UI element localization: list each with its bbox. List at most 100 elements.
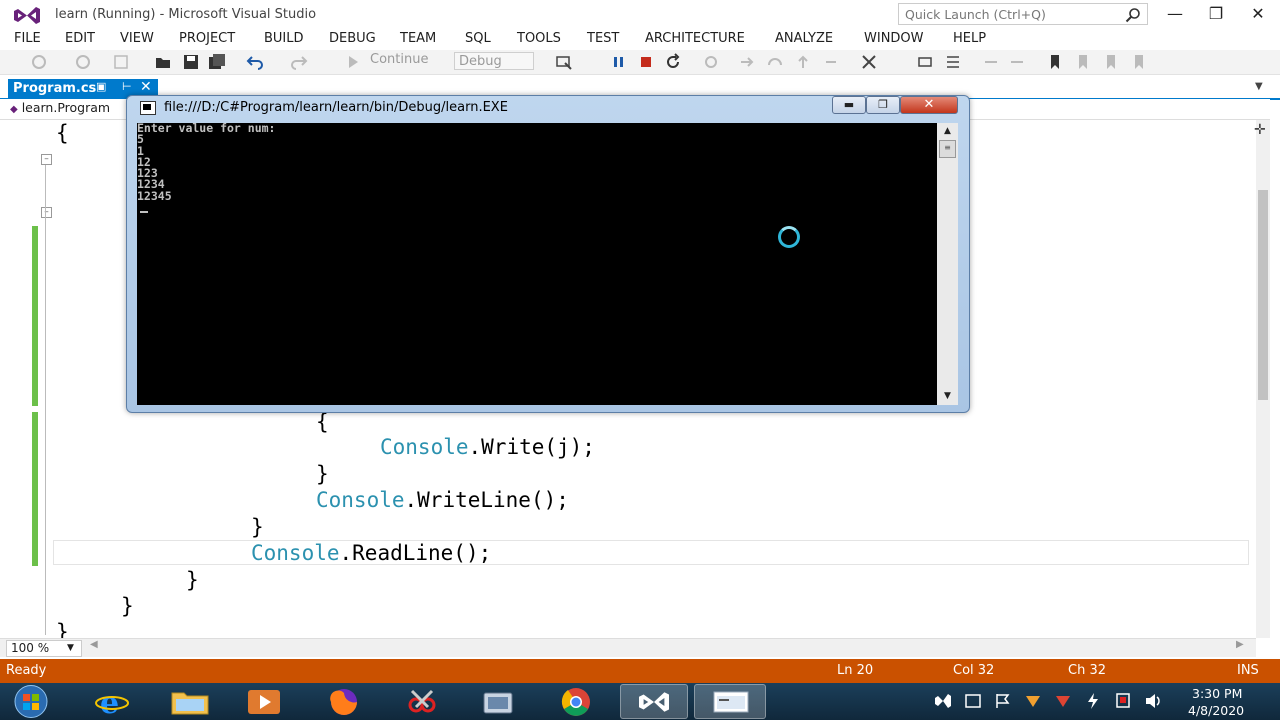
code-line: }	[316, 462, 329, 486]
code-text: .WriteLine();	[404, 488, 569, 512]
visual-studio-icon	[639, 692, 669, 712]
console-close-button[interactable]: ✕	[900, 96, 958, 114]
window-tray-icon[interactable]	[964, 692, 982, 710]
volume-tray-icon[interactable]	[1144, 692, 1162, 710]
console-scrollbar-thumb[interactable]: ≡	[939, 140, 956, 158]
clear-bookmarks-icon[interactable]	[1130, 53, 1148, 71]
menu-tools[interactable]: TOOLS	[516, 30, 562, 47]
media-player-icon[interactable]	[240, 685, 288, 718]
attach-process-icon[interactable]	[555, 53, 573, 71]
continue-label[interactable]: Continue	[370, 52, 428, 67]
clock-time[interactable]: 3:30 PM	[1192, 686, 1242, 701]
clock-date[interactable]: 4/8/2020	[1188, 703, 1244, 718]
undo-icon[interactable]	[246, 53, 264, 71]
scroll-right-icon[interactable]: ▶	[1236, 639, 1244, 650]
save-icon[interactable]	[182, 53, 200, 71]
minimize-button[interactable]: —	[1155, 2, 1195, 26]
open-file-icon[interactable]	[154, 53, 172, 71]
firefox-icon[interactable]	[320, 685, 368, 718]
redo-icon[interactable]	[290, 53, 308, 71]
close-button[interactable]: ✕	[1238, 2, 1278, 26]
network-tray-icon[interactable]	[1114, 692, 1132, 710]
outline-icon[interactable]	[944, 53, 962, 71]
quick-launch-placeholder: Quick Launch (Ctrl+Q)	[905, 7, 1046, 22]
step-over-icon[interactable]	[766, 53, 784, 71]
restart-icon[interactable]	[664, 53, 682, 71]
step-out-icon[interactable]	[794, 53, 812, 71]
menu-build[interactable]: BUILD	[263, 30, 305, 47]
collapse-toggle[interactable]: –	[41, 207, 52, 218]
console-vertical-scrollbar[interactable]	[937, 123, 958, 405]
internet-explorer-icon[interactable]: e	[88, 685, 136, 718]
file-explorer-icon[interactable]	[166, 685, 214, 718]
next-bookmark-icon[interactable]	[1102, 53, 1120, 71]
window-title: learn (Running) - Microsoft Visual Studi…	[55, 7, 317, 22]
new-project-icon[interactable]	[112, 53, 130, 71]
split-editor-icon[interactable]: ✛	[1254, 122, 1266, 138]
zoom-value: 100 %	[11, 641, 50, 655]
code-text: .Write(j);	[468, 435, 595, 459]
tab-dropdown-icon[interactable]: ▼	[1255, 81, 1263, 92]
navigate-forward-icon[interactable]	[74, 53, 92, 71]
security-tray-icon[interactable]	[1054, 692, 1072, 710]
scroll-down-icon[interactable]: ▼	[937, 388, 958, 405]
camera-icon[interactable]	[474, 685, 522, 718]
menu-sql[interactable]: SQL	[464, 30, 492, 47]
start-button-icon[interactable]	[8, 684, 54, 719]
menu-test[interactable]: TEST	[586, 30, 620, 47]
menu-edit[interactable]: EDIT	[64, 30, 96, 47]
bookmark-icon[interactable]	[1046, 53, 1064, 71]
flag-tray-icon[interactable]	[994, 692, 1012, 710]
visual-studio-tray-icon[interactable]	[934, 692, 952, 710]
hex-display-icon[interactable]	[860, 53, 878, 71]
keep-open-icon[interactable]: ⊢	[122, 80, 132, 93]
taskbar-visual-studio[interactable]	[620, 684, 688, 719]
class-dropdown[interactable]: ◆ learn.Program	[10, 100, 130, 118]
status-text: Ready	[6, 663, 47, 678]
taskbar-console-window[interactable]	[694, 684, 766, 719]
collapse-toggle[interactable]: –	[41, 154, 52, 165]
break-all-icon[interactable]	[610, 53, 628, 71]
zoom-select[interactable]: 100 % ▼	[6, 640, 82, 657]
threads-icon[interactable]	[916, 53, 934, 71]
busy-cursor-icon	[778, 226, 800, 248]
menu-file[interactable]: FILE	[13, 30, 42, 47]
previous-bookmark-icon[interactable]	[1074, 53, 1092, 71]
continue-icon[interactable]	[344, 53, 362, 71]
scroll-left-icon[interactable]: ◀	[90, 639, 98, 650]
menu-window[interactable]: WINDOW	[863, 30, 925, 47]
scrollbar-thumb[interactable]	[1258, 190, 1268, 400]
snipping-tool-icon[interactable]	[398, 685, 446, 718]
scroll-up-icon[interactable]: ▲	[937, 123, 958, 140]
solution-configuration-select[interactable]: Debug	[454, 52, 534, 70]
menu-debug[interactable]: DEBUG	[328, 30, 377, 47]
app-tray-icon[interactable]	[1024, 692, 1042, 710]
show-next-statement-icon[interactable]	[702, 53, 720, 71]
console-maximize-button[interactable]: ❐	[866, 96, 900, 114]
menu-project[interactable]: PROJECT	[178, 30, 236, 47]
step-into-icon[interactable]	[738, 53, 756, 71]
menu-view[interactable]: VIEW	[119, 30, 155, 47]
chrome-icon[interactable]	[552, 685, 600, 718]
stop-debugging-icon[interactable]	[637, 53, 655, 71]
restore-button[interactable]: ❐	[1196, 2, 1236, 26]
menu-team[interactable]: TEAM	[399, 30, 437, 47]
pin-icon[interactable]: ▣	[96, 80, 106, 93]
change-marker	[32, 412, 38, 566]
close-tab-icon[interactable]: ✕	[140, 79, 152, 95]
quick-launch-input[interactable]: Quick Launch (Ctrl+Q)	[898, 3, 1148, 25]
power-tray-icon[interactable]	[1084, 692, 1102, 710]
menu-architecture[interactable]: ARCHITECTURE	[644, 30, 746, 47]
menu-help[interactable]: HELP	[952, 30, 987, 47]
save-all-icon[interactable]	[208, 53, 226, 71]
current-line-highlight	[53, 540, 1249, 565]
visual-studio-logo-icon	[14, 7, 40, 24]
search-icon	[1125, 8, 1140, 23]
console-minimize-button[interactable]: ▬	[832, 96, 866, 114]
step-back-icon[interactable]	[822, 53, 840, 71]
uncomment-icon[interactable]	[1008, 53, 1026, 71]
menu-analyze[interactable]: ANALYZE	[774, 30, 834, 47]
status-insert-mode: INS	[1237, 663, 1259, 678]
comment-icon[interactable]	[982, 53, 1000, 71]
navigate-back-icon[interactable]	[30, 53, 48, 71]
